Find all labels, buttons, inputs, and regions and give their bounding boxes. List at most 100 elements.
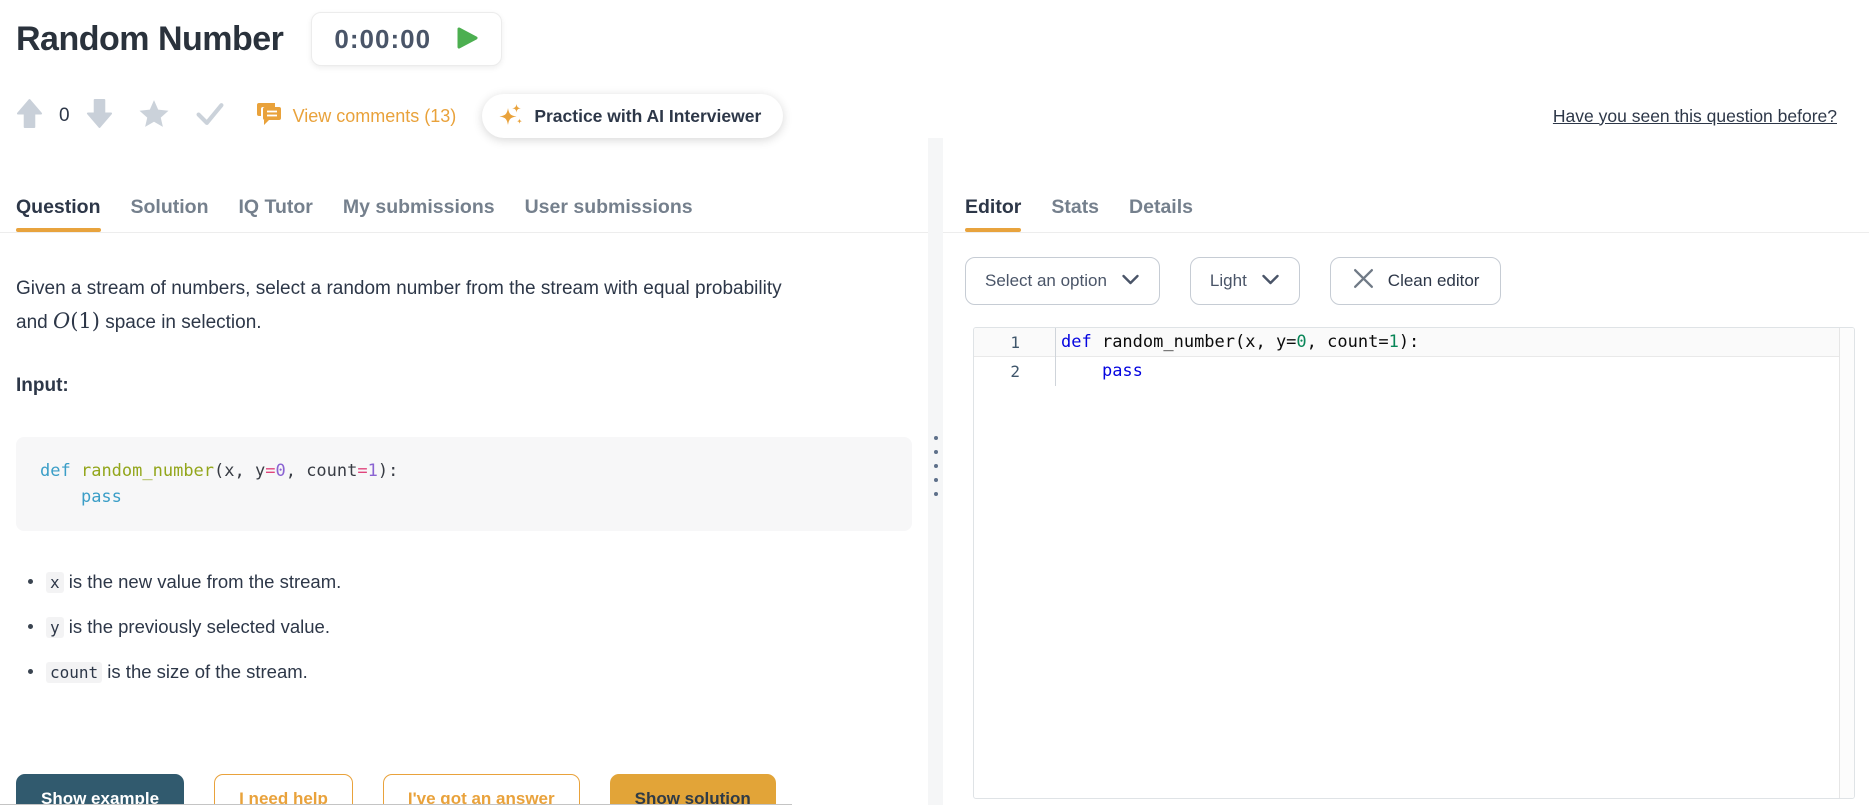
language-select[interactable]: Select an option [965,257,1160,305]
input-label: Input: [16,375,912,397]
code-token: 0 [275,461,285,481]
page-header: Random Number 0:00:00 0 [0,0,1869,138]
tab-label: Solution [131,196,209,218]
question-paragraph-line2: and O(1) space in selection. [16,305,912,339]
tab-label: My submissions [343,196,495,218]
theme-select-value: Light [1210,271,1247,291]
code-token: def [1061,332,1092,352]
drag-dots-icon [934,436,938,496]
clean-editor-label: Clean editor [1388,271,1480,291]
seen-before-link[interactable]: Have you seen this question before? [1553,106,1837,127]
editor-line[interactable]: 2 pass [974,357,1854,386]
tab-active-underline [239,228,313,232]
editor-scrollbar[interactable] [1839,328,1854,798]
code-token: (x, y [214,461,265,481]
argument-bullet: x is the new value from the stream. [16,571,912,593]
inline-code: x [46,572,64,593]
play-icon [455,26,479,53]
bullet-dot [28,669,33,674]
tab-solution[interactable]: Solution [131,196,209,232]
theme-select[interactable]: Light [1190,257,1300,305]
question-panel: Question Solution IQ Tutor My submissions Us… [0,138,928,805]
bullet-dot [28,579,33,584]
chevron-down-icon [1121,271,1140,291]
timer-play-button[interactable] [455,26,479,53]
code-line: def random_number(x, y=0, count=1): [40,458,888,484]
question-paragraph-line1: Given a stream of numbers, select a rand… [16,273,912,305]
clean-editor-button[interactable]: Clean editor [1330,257,1502,305]
question-code-block: def random_number(x, y=0, count=1): pass [16,437,912,531]
chevron-down-icon [1261,271,1280,291]
code-editor[interactable]: 1def random_number(x, y=0, count=1):2 pa… [973,327,1855,799]
comments-icon [255,101,283,132]
code-token: pass [81,487,122,507]
tab-user-submissions[interactable]: User submissions [525,196,693,232]
timer-card: 0:00:00 [311,12,502,66]
tab-active-underline [525,228,693,232]
panel-resize-handle[interactable] [928,138,943,805]
question-content: Given a stream of numbers, select a rand… [0,233,928,683]
tab-active-underline [1051,228,1099,232]
question-tabbar: Question Solution IQ Tutor My submissions Us… [0,138,928,233]
arrow-down-icon [86,98,113,134]
tab-editor[interactable]: Editor [965,196,1021,232]
downvote-button[interactable] [86,98,113,134]
code-token: = [265,461,275,481]
upvote-button[interactable] [16,98,43,134]
view-comments-label: View comments (13) [293,106,457,127]
code-token [40,487,81,507]
editor-controls-row: Select an option Light Clean editor [943,257,1869,305]
bullet-dot [28,624,33,629]
tab-question[interactable]: Question [16,196,101,232]
code-token: 1 [1389,332,1399,352]
editor-code-text: pass [1034,357,1143,386]
i-ve-got-an-answer-button[interactable]: I've got an answer [383,774,580,805]
code-token: random_number(x, y= [1092,332,1297,352]
practice-ai-interviewer-button[interactable]: Practice with AI Interviewer [482,94,783,138]
practice-ai-label: Practice with AI Interviewer [534,106,761,127]
tab-active-underline [16,228,101,232]
code-token: , count= [1307,332,1389,352]
tab-my-submissions[interactable]: My submissions [343,196,495,232]
check-icon [195,100,225,132]
interview-question-page: Random Number 0:00:00 0 [0,0,1869,805]
tab-active-underline [131,228,209,232]
mark-done-button[interactable] [195,100,225,132]
code-token: pass [1102,361,1143,381]
editor-indent-guide [1055,328,1056,386]
view-comments-link[interactable]: View comments (13) [255,101,457,132]
tab-iq-tutor[interactable]: IQ Tutor [239,196,313,232]
argument-bullet-list: x is the new value from the stream. y is … [16,571,912,683]
i-need-help-button[interactable]: I need help [214,774,353,805]
show-solution-button[interactable]: Show solution [610,774,776,805]
code-token: ): [1399,332,1419,352]
code-token: = [357,461,367,481]
tab-stats[interactable]: Stats [1051,196,1099,232]
arrow-up-icon [16,98,43,134]
tab-label: IQ Tutor [239,196,313,218]
tab-active-underline [1129,228,1193,232]
tab-details[interactable]: Details [1129,196,1193,232]
tab-label: Details [1129,196,1193,218]
argument-bullet: y is the previously selected value. [16,616,912,638]
editor-line[interactable]: 1def random_number(x, y=0, count=1): [974,328,1854,357]
tab-label: User submissions [525,196,693,218]
editor-tabbar: Editor Stats Details [943,138,1869,233]
editor-panel: Editor Stats Details Select an option Ligh… [943,138,1869,805]
inline-code: count [46,662,102,683]
code-token: random_number [81,461,214,481]
code-token [1061,361,1102,381]
question-text: and [16,312,53,333]
show-example-button[interactable]: Show example [16,774,184,805]
bookmark-button[interactable] [139,99,169,133]
bullet-text: is the size of the stream. [102,661,308,682]
tab-label: Question [16,196,101,218]
question-actions-row: Show example I need help I've got an answe… [16,774,776,805]
code-token: , count [286,461,358,481]
vote-count: 0 [59,105,70,127]
tab-active-underline [343,228,495,232]
tab-label: Stats [1051,196,1099,218]
question-text: space in selection. [100,312,262,333]
editor-code-text: def random_number(x, y=0, count=1): [1034,328,1419,356]
tab-label: Editor [965,196,1021,218]
